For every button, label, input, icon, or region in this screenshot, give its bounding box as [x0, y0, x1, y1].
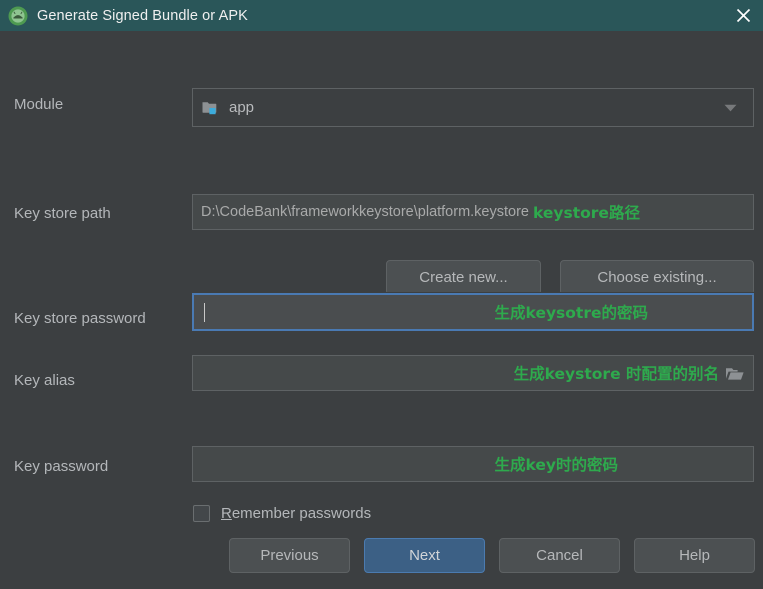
key-alias-input[interactable]: 生成keystore 时配置的别名: [192, 355, 754, 391]
checkbox-box[interactable]: [193, 505, 210, 522]
next-button[interactable]: Next: [364, 538, 485, 573]
chevron-down-icon[interactable]: [724, 99, 737, 117]
key-password-label: Key password: [14, 458, 109, 475]
folder-open-icon[interactable]: [725, 365, 745, 382]
module-combobox[interactable]: app: [192, 88, 754, 127]
module-label: Module: [14, 96, 64, 113]
annotation-key-password: 生成key时的密码: [494, 456, 618, 474]
cancel-button[interactable]: Cancel: [499, 538, 620, 573]
key-password-input[interactable]: 生成key时的密码: [192, 446, 754, 482]
android-studio-icon: [8, 6, 28, 26]
module-folder-icon: [202, 100, 220, 115]
close-icon[interactable]: [723, 0, 763, 31]
mnemonic-letter: R: [221, 505, 232, 522]
create-new-button[interactable]: Create new...: [386, 260, 541, 295]
annotation-keystore-path: keystore路径: [533, 204, 640, 222]
text-caret: [204, 302, 205, 322]
key-store-path-value: D:\CodeBank\frameworkkeystore\platform.k…: [201, 204, 529, 220]
key-store-path-label: Key store path: [14, 205, 111, 222]
annotation-keystore-password: 生成keysotre的密码: [494, 304, 648, 322]
window-title: Generate Signed Bundle or APK: [37, 7, 248, 24]
window-titlebar: Generate Signed Bundle or APK: [0, 0, 763, 31]
key-store-password-input[interactable]: 生成keysotre的密码: [191, 292, 755, 332]
remember-passwords-label: Remember passwords: [221, 505, 371, 522]
choose-existing-button[interactable]: Choose existing...: [560, 260, 754, 295]
previous-button[interactable]: Previous: [229, 538, 350, 573]
module-value: app: [229, 99, 255, 116]
key-store-path-input[interactable]: D:\CodeBank\frameworkkeystore\platform.k…: [192, 194, 754, 230]
annotation-key-alias: 生成keystore 时配置的别名: [513, 365, 719, 383]
remember-passwords-checkbox[interactable]: Remember passwords: [193, 505, 371, 522]
dialog-body: Module app Key store path D:\CodeBank\fr…: [0, 31, 763, 589]
key-alias-label: Key alias: [14, 372, 75, 389]
help-button[interactable]: Help: [634, 538, 755, 573]
key-store-password-label: Key store password: [14, 310, 146, 327]
remember-passwords-label-rest: emember passwords: [231, 505, 372, 522]
